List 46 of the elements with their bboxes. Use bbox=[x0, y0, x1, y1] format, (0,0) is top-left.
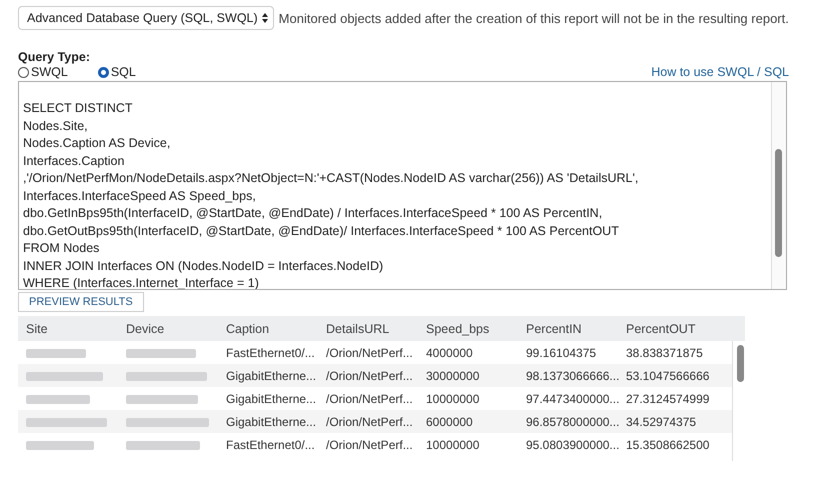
table-cell-text: 10000000 bbox=[425, 438, 480, 452]
report-type-dropdown[interactable]: Advanced Database Query (SQL, SWQL) bbox=[18, 6, 274, 30]
column-header[interactable]: Site bbox=[18, 322, 118, 336]
scrollbar[interactable] bbox=[771, 82, 786, 289]
blurred-text bbox=[26, 348, 86, 358]
blurred-text bbox=[126, 348, 196, 358]
column-header[interactable]: Speed_bps bbox=[418, 322, 518, 336]
table-cell-text: GigabitEtherne... bbox=[225, 414, 318, 428]
column-header[interactable]: Device bbox=[118, 322, 218, 336]
blurred-text bbox=[26, 440, 94, 450]
table-cell-text: FastEthernet0/... bbox=[225, 438, 316, 452]
query-type-label: Query Type: bbox=[18, 50, 92, 64]
table-cell-text: 10000000 bbox=[425, 392, 480, 406]
table-cell-text: 98.1373066666... bbox=[525, 368, 618, 382]
column-header[interactable]: Caption bbox=[218, 322, 318, 336]
column-header[interactable]: PercentOUT bbox=[618, 322, 730, 336]
table-cell-text: FastEthernet0/... bbox=[225, 346, 316, 360]
column-header[interactable]: PercentIN bbox=[518, 322, 618, 336]
up-down-caret-icon bbox=[262, 13, 268, 23]
table-cell-text: GigabitEtherne... bbox=[225, 368, 318, 382]
table-cell-text: 95.0803900000... bbox=[525, 438, 618, 452]
table-cell-text: GigabitEtherne... bbox=[225, 392, 318, 406]
table-cell-text: 97.4473400000... bbox=[525, 392, 618, 406]
query-type-radio[interactable]: SQL bbox=[98, 65, 136, 79]
table-cell-text: 99.16104375 bbox=[525, 346, 598, 360]
table-cell-text: /Orion/NetPerf... bbox=[325, 392, 414, 406]
table-cell-text: 4000000 bbox=[425, 346, 474, 360]
table-cell-text: 38.838371875 bbox=[625, 346, 704, 360]
blurred-text bbox=[126, 394, 198, 404]
help-link[interactable]: How to use SWQL / SQL bbox=[651, 65, 789, 79]
table-cell-text: /Orion/NetPerf... bbox=[325, 438, 414, 452]
table-cell-text: 27.3124574999 bbox=[625, 392, 710, 406]
blurred-text bbox=[26, 394, 90, 404]
preview-results-button[interactable]: PREVIEW RESULTS bbox=[18, 292, 144, 312]
table-cell-text: 15.3508662500 bbox=[625, 438, 710, 452]
table-cell-text: 96.8578000000... bbox=[525, 414, 618, 428]
table-cell-text: 53.1047566666 bbox=[625, 368, 710, 382]
table-cell-text: 6000000 bbox=[425, 414, 474, 428]
column-header[interactable]: DetailsURL bbox=[318, 322, 418, 336]
table-cell-text: /Orion/NetPerf... bbox=[325, 414, 414, 428]
table-cell-text: /Orion/NetPerf... bbox=[325, 368, 414, 382]
table-cell-text: 34.52974375 bbox=[625, 414, 698, 428]
table-cell-text: /Orion/NetPerf... bbox=[325, 346, 414, 360]
query-type-radio[interactable]: SWQL bbox=[18, 65, 68, 79]
report-note: Monitored objects added after the creation of this report will not be in the resulting report. bbox=[278, 10, 789, 26]
table-cell-text: 30000000 bbox=[425, 368, 480, 382]
